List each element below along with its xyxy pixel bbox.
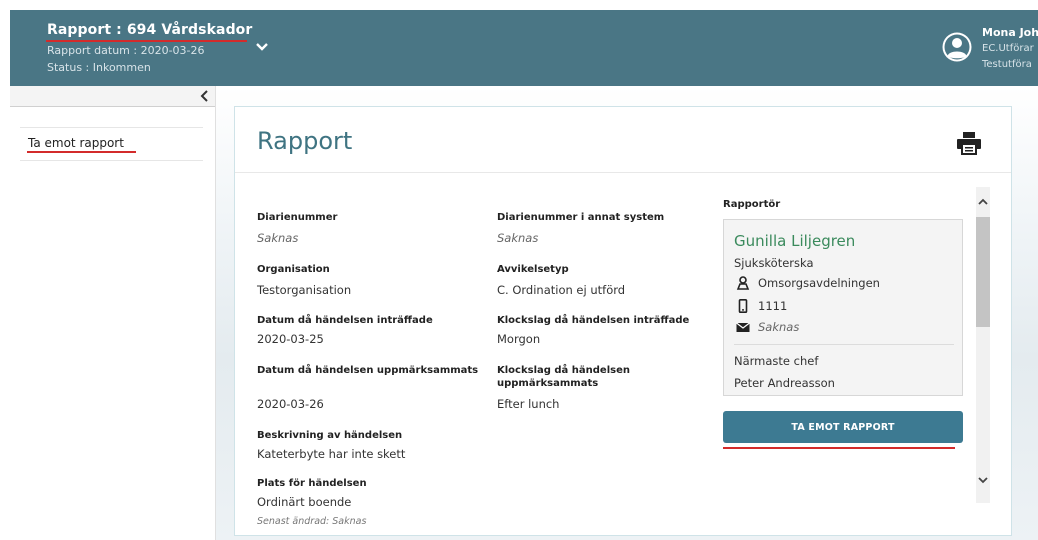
field-value-diarienummer: Saknas <box>257 231 299 245</box>
print-icon[interactable] <box>956 131 982 155</box>
report-status: Status : Inkommen <box>47 61 151 74</box>
app-header: Rapport : 694 Vårdskador Rapport datum :… <box>10 10 1038 86</box>
chevron-down-icon[interactable] <box>254 40 270 54</box>
reporter-title: Sjuksköterska <box>734 256 814 270</box>
card-title: Rapport <box>257 127 353 155</box>
sidebar-divider <box>20 127 203 128</box>
field-label-klockslag-uppmarksammats-1: Klockslag då händelsen <box>497 365 630 376</box>
sidebar-toolbar <box>10 86 215 107</box>
field-label-avvikelsetyp: Avvikelsetyp <box>497 264 569 275</box>
chevron-left-icon[interactable] <box>199 89 211 103</box>
scroll-up-icon[interactable] <box>976 195 990 209</box>
location-person-icon <box>736 276 750 290</box>
field-value-datum-uppmarksammats: 2020-03-26 <box>257 397 324 411</box>
field-label-plats: Plats för händelsen <box>257 478 367 489</box>
reporter-divider <box>734 344 954 345</box>
user-avatar-icon[interactable] <box>941 31 973 63</box>
sidebar-item-ta-emot-rapport[interactable]: Ta emot rapport <box>28 136 124 150</box>
reporter-department: Omsorgsavdelningen <box>758 276 880 290</box>
field-value-beskrivning: Kateterbyte har inte skett <box>257 447 406 461</box>
user-name[interactable]: Mona Joh <box>982 26 1038 39</box>
reporter-card: Gunilla Liljegren Sjuksköterska Omsorgsa… <box>723 219 963 396</box>
sidebar-item-underline <box>27 151 136 153</box>
report-date: Rapport datum : 2020-03-26 <box>47 44 205 57</box>
sidebar-divider <box>20 160 203 161</box>
field-label-diarienummer: Diarienummer <box>257 212 338 223</box>
field-value-klockslag-uppmarksammats: Efter lunch <box>497 397 560 411</box>
field-label-klockslag-uppmarksammats-2: uppmärksammats <box>497 378 599 389</box>
field-value-diarienummer-annat: Saknas <box>497 231 539 245</box>
field-label-klockslag-intraffade: Klockslag då händelsen inträffade <box>497 315 690 326</box>
field-value-datum-intraffade: 2020-03-25 <box>257 332 324 346</box>
manager-label: Närmaste chef <box>734 354 819 368</box>
field-value-avvikelsetyp: C. Ordination ej utförd <box>497 283 626 297</box>
field-label-beskrivning: Beskrivning av händelsen <box>257 430 403 441</box>
ta-emot-rapport-button[interactable]: TA EMOT RAPPORT <box>723 411 963 443</box>
field-value-plats: Ordinärt boende <box>257 495 352 506</box>
main-left-border <box>215 86 216 540</box>
field-label-datum-intraffade: Datum då händelsen inträffade <box>257 315 433 326</box>
title-underline <box>46 40 247 42</box>
reporter-heading: Rapportör <box>723 199 781 210</box>
reporter-phone: 1111 <box>758 299 788 313</box>
manager-name: Peter Andreasson <box>734 376 835 390</box>
card-divider <box>235 172 1011 173</box>
phone-icon <box>738 299 748 313</box>
report-card: Rapport Diarienummer Saknas Organisation… <box>234 106 1012 536</box>
reporter-email: Saknas <box>758 320 800 334</box>
button-underline <box>723 447 955 449</box>
reporter-name: Gunilla Liljegren <box>734 232 856 250</box>
scroll-down-icon[interactable] <box>976 473 990 487</box>
user-org: Testutföra <box>982 59 1032 70</box>
field-label-datum-uppmarksammats: Datum då händelsen uppmärksammats <box>257 365 479 376</box>
field-label-diarienummer-annat: Diarienummer i annat system <box>497 212 665 223</box>
report-title: Rapport : 694 Vårdskador <box>47 22 253 38</box>
user-role: EC.Utförar <box>982 43 1034 54</box>
scrollbar-thumb[interactable] <box>976 217 990 327</box>
envelope-icon <box>736 322 750 332</box>
field-value-organisation: Testorganisation <box>257 283 352 297</box>
field-label-organisation: Organisation <box>257 264 330 275</box>
field-value-klockslag-intraffade: Morgon <box>497 332 541 346</box>
last-modified: Senast ändrad: Saknas <box>257 516 367 527</box>
